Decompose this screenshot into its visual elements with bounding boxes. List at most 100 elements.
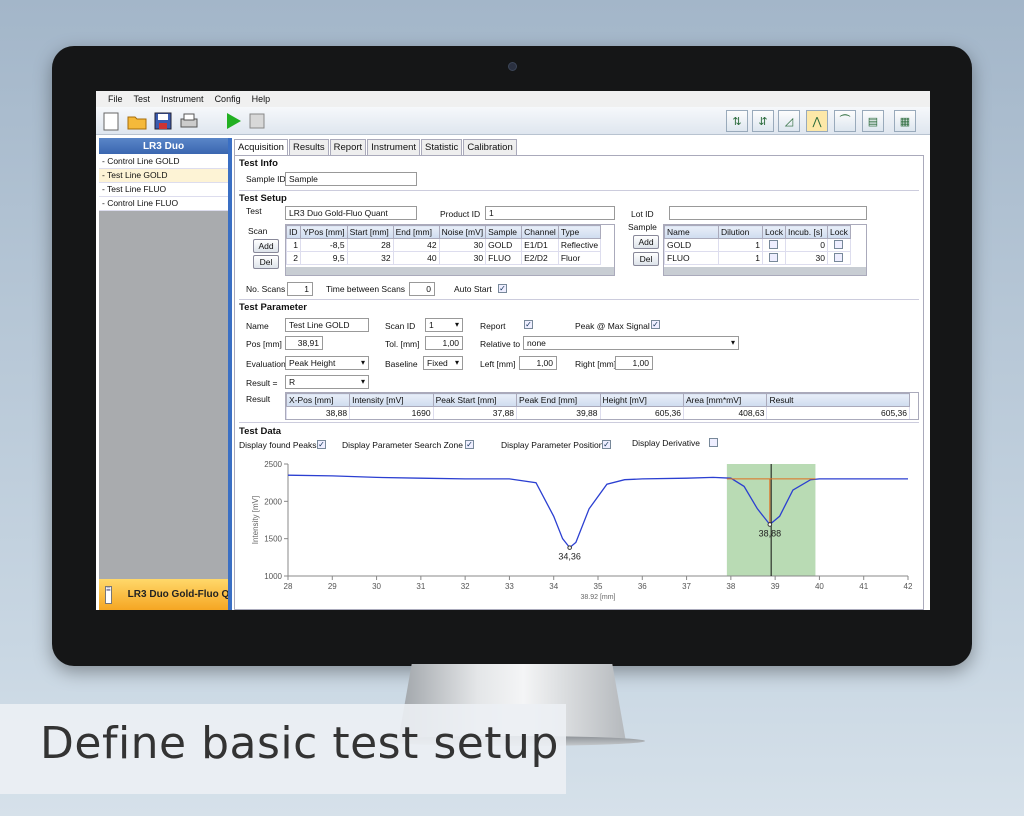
menu-help[interactable]: Help	[252, 94, 271, 104]
view4-icon[interactable]: ⋀	[806, 110, 828, 132]
table-cell[interactable]: -8,5	[300, 238, 348, 252]
splitter[interactable]	[228, 138, 232, 610]
view5-icon[interactable]: ⏜	[834, 110, 856, 132]
tab-calibration[interactable]: Calibration	[463, 139, 517, 155]
name-input[interactable]: Test Line GOLD	[285, 318, 369, 332]
table-cell[interactable]: 605,36	[599, 406, 684, 419]
table-cell[interactable]	[762, 251, 786, 265]
result-column-header[interactable]: Peak Start [mm]	[432, 393, 518, 407]
table-cell[interactable]: 28	[346, 238, 394, 252]
table-cell[interactable]: 1	[718, 238, 763, 252]
sample-del-button[interactable]: Del	[633, 252, 659, 266]
table-cell[interactable]: 1	[286, 238, 301, 252]
scan-column-header[interactable]: Type	[557, 225, 602, 239]
table-cell[interactable]: 30	[784, 251, 828, 265]
evaluation-select[interactable]: Peak Height	[285, 356, 369, 370]
table-row[interactable]: GOLD 1 0	[664, 238, 851, 252]
print-icon[interactable]	[178, 110, 200, 132]
list-item[interactable]: - Test Line GOLD	[99, 169, 228, 183]
table-cell[interactable]: 40	[392, 251, 440, 265]
table-cell[interactable]	[762, 238, 786, 252]
list-item[interactable]: - Control Line GOLD	[99, 155, 228, 169]
lock-checkbox[interactable]	[769, 239, 779, 249]
intensity-chart[interactable]: 28 29 30 31 32 33 34 35 36 37 38 39 40 41 42 1000 1500 20…	[246, 454, 926, 604]
product-id-input[interactable]: 1	[485, 206, 615, 220]
view1-icon[interactable]: ⇅	[726, 110, 748, 132]
table-cell[interactable]: FLUO	[485, 251, 523, 265]
relative-select[interactable]: none	[523, 336, 739, 350]
result-column-header[interactable]: Area [mm*mV]	[682, 393, 768, 407]
tab-statistic[interactable]: Statistic	[421, 139, 463, 155]
test-name-input[interactable]: LR3 Duo Gold-Fluo Quant	[285, 206, 417, 220]
display-pos-checkbox[interactable]: ✓	[602, 440, 611, 449]
table-cell[interactable]: Reflective	[557, 238, 602, 252]
result-column-header[interactable]: X-Pos [mm]	[286, 393, 351, 407]
lot-id-input[interactable]	[669, 206, 867, 220]
test-selector[interactable]: ≡ LR3 Duo Gold-Fluo Quant	[99, 579, 228, 610]
result-column-header[interactable]: Intensity [mV]	[349, 393, 434, 407]
view6-icon[interactable]: ▤	[862, 110, 884, 132]
time-between-input[interactable]: 0	[409, 282, 435, 296]
tab-report[interactable]: Report	[329, 139, 367, 155]
table-cell[interactable]: 408,63	[682, 406, 768, 419]
table-row[interactable]: 38,88 1690 37,88 39,88 605,36 408,63 605,36	[286, 406, 910, 419]
sample-id-input[interactable]: Sample	[285, 172, 417, 186]
new-icon[interactable]	[100, 110, 122, 132]
display-deriv-checkbox[interactable]	[709, 438, 718, 447]
export-icon[interactable]: ▦	[894, 110, 916, 132]
baseline-select[interactable]: Fixed	[423, 356, 463, 370]
run-icon[interactable]	[222, 110, 244, 132]
sample-column-header[interactable]: Incub. [s]	[784, 225, 828, 239]
table-cell[interactable]: FLUO	[664, 251, 719, 265]
table-cell[interactable]: 38,88	[286, 406, 351, 419]
table-cell[interactable]: E1/D1	[521, 238, 559, 252]
scan-table-scrollbar[interactable]	[286, 267, 614, 275]
scan-add-button[interactable]: Add	[253, 239, 279, 253]
sample-add-button[interactable]: Add	[633, 235, 659, 249]
table-cell[interactable]: GOLD	[664, 238, 719, 252]
left-input[interactable]: 1,00	[519, 356, 557, 370]
table-row[interactable]: 2 9,5 32 40 30 FLUO E2/D2 Fluor	[286, 251, 602, 265]
table-cell[interactable]: GOLD	[485, 238, 523, 252]
lock-checkbox[interactable]	[834, 239, 844, 249]
table-cell[interactable]: 32	[346, 251, 394, 265]
view2-icon[interactable]: ⇵	[752, 110, 774, 132]
scan-column-header[interactable]: End [mm]	[392, 225, 440, 239]
save-icon[interactable]	[152, 110, 174, 132]
view3-icon[interactable]: ◿	[778, 110, 800, 132]
lock-checkbox[interactable]	[834, 252, 844, 262]
peak-max-checkbox[interactable]: ✓	[651, 320, 660, 329]
table-cell[interactable]: 30	[438, 251, 487, 265]
tab-acquisition[interactable]: Acquisition	[234, 139, 288, 156]
sample-column-header[interactable]: Name	[664, 225, 719, 239]
scan-column-header[interactable]: Channel	[521, 225, 559, 239]
list-item[interactable]: - Control Line FLUO	[99, 197, 228, 211]
menu-file[interactable]: File	[108, 94, 123, 104]
scan-column-header[interactable]: Start [mm]	[346, 225, 394, 239]
table-cell[interactable]	[826, 238, 851, 252]
table-cell[interactable]: 0	[784, 238, 828, 252]
display-found-checkbox[interactable]: ✓	[317, 440, 326, 449]
table-cell[interactable]	[826, 251, 851, 265]
table-cell[interactable]: 39,88	[516, 406, 601, 419]
table-cell[interactable]: 30	[438, 238, 487, 252]
table-cell[interactable]: 605,36	[766, 406, 910, 419]
table-cell[interactable]: 37,88	[432, 406, 518, 419]
table-cell[interactable]: Fluor	[557, 251, 602, 265]
sample-table-scrollbar[interactable]	[664, 267, 866, 275]
auto-start-checkbox[interactable]: ✓	[498, 284, 507, 293]
scan-del-button[interactable]: Del	[253, 255, 279, 269]
table-cell[interactable]: 2	[286, 251, 301, 265]
report-checkbox[interactable]: ✓	[524, 320, 533, 329]
menu-instrument[interactable]: Instrument	[161, 94, 204, 104]
lock-checkbox[interactable]	[769, 252, 779, 262]
menu-test[interactable]: Test	[134, 94, 151, 104]
tab-instrument[interactable]: Instrument	[367, 139, 421, 155]
display-zone-checkbox[interactable]: ✓	[465, 440, 474, 449]
result-column-header[interactable]: Result	[766, 393, 910, 407]
sample-column-header[interactable]: Lock	[826, 225, 851, 239]
scan-column-header[interactable]: Sample	[485, 225, 523, 239]
table-cell[interactable]: 1690	[349, 406, 434, 419]
table-row[interactable]: FLUO 1 30	[664, 251, 851, 265]
sample-column-header[interactable]: Lock	[762, 225, 786, 239]
